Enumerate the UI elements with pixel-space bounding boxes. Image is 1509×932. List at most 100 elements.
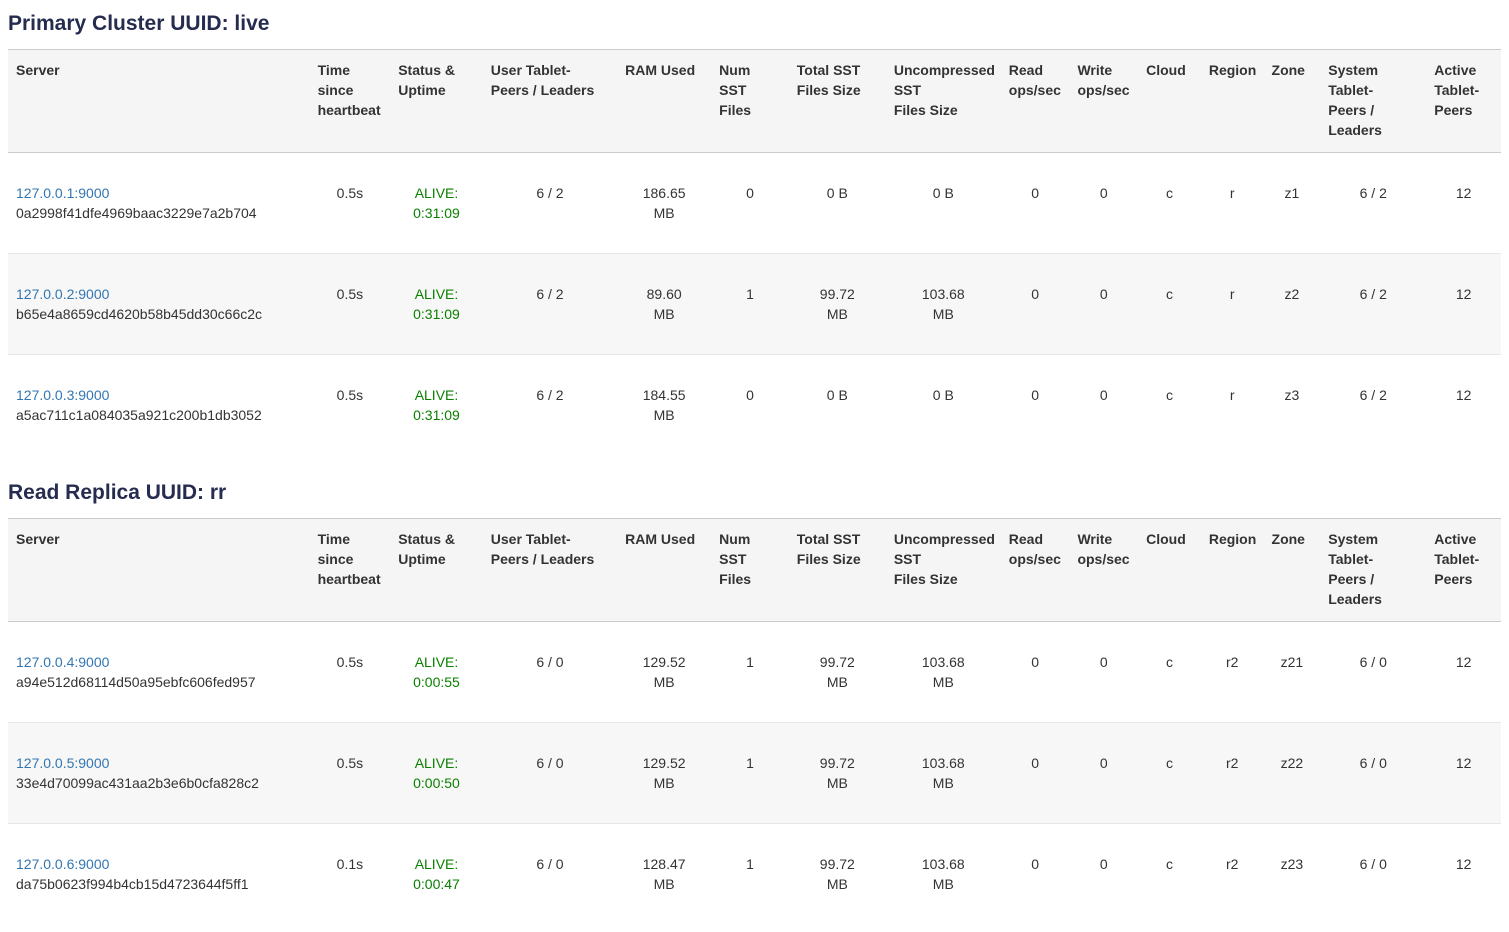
column-header-write_ops: Write ops/sec — [1069, 50, 1138, 153]
server-row: 127.0.0.4:9000a94e512d68114d50a95ebfc606… — [8, 622, 1501, 723]
cell-system_tablet_peers: 6 / 0 — [1320, 723, 1426, 824]
servers-table: ServerTime since heartbeatStatus & Uptim… — [8, 49, 1501, 455]
column-header-user_tablet_peers: User Tablet- Peers / Leaders — [483, 50, 617, 153]
cell-user_tablet_peers: 6 / 2 — [483, 254, 617, 355]
cell-cloud: c — [1138, 355, 1201, 456]
cell-zone: z22 — [1264, 723, 1321, 824]
cell-cloud: c — [1138, 622, 1201, 723]
uptime-value: 0:31:09 — [398, 405, 475, 425]
cell-total_sst_size: 99.72 MB — [789, 254, 886, 355]
cell-heartbeat: 0.5s — [310, 355, 391, 456]
server-link[interactable]: 127.0.0.1:9000 — [16, 183, 302, 203]
column-header-cloud: Cloud — [1138, 50, 1201, 153]
uptime-value: 0:00:55 — [398, 672, 475, 692]
cell-total_sst_size: 0 B — [789, 355, 886, 456]
status-uptime-cell: ALIVE:0:00:50 — [390, 723, 483, 824]
cell-ram_used: 186.65 MB — [617, 153, 711, 254]
cell-write_ops: 0 — [1069, 723, 1138, 824]
cell-region: r — [1201, 153, 1264, 254]
column-header-region: Region — [1201, 519, 1264, 622]
cell-read_ops: 0 — [1001, 723, 1070, 824]
cell-region: r2 — [1201, 622, 1264, 723]
status-uptime-cell: ALIVE:0:31:09 — [390, 153, 483, 254]
cell-read_ops: 0 — [1001, 622, 1070, 723]
column-header-status_uptime: Status & Uptime — [390, 50, 483, 153]
table-body: 127.0.0.4:9000a94e512d68114d50a95ebfc606… — [8, 622, 1501, 925]
cell-ram_used: 129.52 MB — [617, 723, 711, 824]
cell-uncompressed_sst_size: 0 B — [886, 153, 1001, 254]
column-header-server: Server — [8, 50, 310, 153]
column-header-zone: Zone — [1264, 50, 1321, 153]
server-link[interactable]: 127.0.0.5:9000 — [16, 753, 302, 773]
uptime-value: 0:31:09 — [398, 304, 475, 324]
server-uuid: da75b0623f994b4cb15d4723644f5ff1 — [16, 874, 302, 894]
cell-total_sst_size: 99.72 MB — [789, 824, 886, 925]
cell-num_sst_files: 1 — [711, 254, 789, 355]
cell-zone: z1 — [1264, 153, 1321, 254]
column-header-cloud: Cloud — [1138, 519, 1201, 622]
cluster-section: Primary Cluster UUID: live ServerTime si… — [8, 12, 1501, 455]
column-header-heartbeat: Time since heartbeat — [310, 50, 391, 153]
column-header-zone: Zone — [1264, 519, 1321, 622]
cell-cloud: c — [1138, 824, 1201, 925]
column-header-ram_used: RAM Used — [617, 50, 711, 153]
table-header: ServerTime since heartbeatStatus & Uptim… — [8, 50, 1501, 153]
cell-cloud: c — [1138, 254, 1201, 355]
cell-num_sst_files: 0 — [711, 355, 789, 456]
cell-total_sst_size: 99.72 MB — [789, 622, 886, 723]
cell-cloud: c — [1138, 153, 1201, 254]
status-label: ALIVE: — [398, 753, 475, 773]
cell-region: r2 — [1201, 723, 1264, 824]
column-header-total_sst_size: Total SST Files Size — [789, 50, 886, 153]
cell-total_sst_size: 99.72 MB — [789, 723, 886, 824]
cell-active_tablet_peers: 12 — [1426, 723, 1501, 824]
cell-num_sst_files: 1 — [711, 622, 789, 723]
cell-heartbeat: 0.5s — [310, 622, 391, 723]
status-label: ALIVE: — [398, 284, 475, 304]
server-link[interactable]: 127.0.0.2:9000 — [16, 284, 302, 304]
cell-active_tablet_peers: 12 — [1426, 622, 1501, 723]
server-cell: 127.0.0.2:9000b65e4a8659cd4620b58b45dd30… — [8, 254, 310, 355]
column-header-region: Region — [1201, 50, 1264, 153]
status-label: ALIVE: — [398, 385, 475, 405]
server-uuid: 0a2998f41dfe4969baac3229e7a2b704 — [16, 203, 302, 223]
column-header-system_tablet_peers: System Tablet- Peers / Leaders — [1320, 50, 1426, 153]
cell-system_tablet_peers: 6 / 2 — [1320, 153, 1426, 254]
column-header-status_uptime: Status & Uptime — [390, 519, 483, 622]
server-link[interactable]: 127.0.0.4:9000 — [16, 652, 302, 672]
cell-write_ops: 0 — [1069, 622, 1138, 723]
cell-write_ops: 0 — [1069, 153, 1138, 254]
column-header-server: Server — [8, 519, 310, 622]
cluster-section: Read Replica UUID: rr ServerTime since h… — [8, 481, 1501, 924]
cluster-tables: Primary Cluster UUID: live ServerTime si… — [8, 12, 1501, 924]
server-link[interactable]: 127.0.0.6:9000 — [16, 854, 302, 874]
cell-region: r — [1201, 355, 1264, 456]
cell-system_tablet_peers: 6 / 2 — [1320, 355, 1426, 456]
server-cell: 127.0.0.1:90000a2998f41dfe4969baac3229e7… — [8, 153, 310, 254]
column-header-read_ops: Read ops/sec — [1001, 519, 1070, 622]
cell-num_sst_files: 1 — [711, 824, 789, 925]
cell-read_ops: 0 — [1001, 824, 1070, 925]
cell-active_tablet_peers: 12 — [1426, 153, 1501, 254]
server-cell: 127.0.0.5:900033e4d70099ac431aa2b3e6b0cf… — [8, 723, 310, 824]
cell-heartbeat: 0.5s — [310, 254, 391, 355]
status-uptime-cell: ALIVE:0:31:09 — [390, 254, 483, 355]
uptime-value: 0:31:09 — [398, 203, 475, 223]
cell-active_tablet_peers: 12 — [1426, 254, 1501, 355]
status-uptime-cell: ALIVE:0:00:47 — [390, 824, 483, 925]
cell-user_tablet_peers: 6 / 0 — [483, 723, 617, 824]
uptime-value: 0:00:50 — [398, 773, 475, 793]
cell-system_tablet_peers: 6 / 2 — [1320, 254, 1426, 355]
column-header-ram_used: RAM Used — [617, 519, 711, 622]
cell-uncompressed_sst_size: 103.68 MB — [886, 254, 1001, 355]
column-header-total_sst_size: Total SST Files Size — [789, 519, 886, 622]
cell-zone: z3 — [1264, 355, 1321, 456]
cell-user_tablet_peers: 6 / 2 — [483, 355, 617, 456]
server-cell: 127.0.0.6:9000da75b0623f994b4cb15d472364… — [8, 824, 310, 925]
cell-ram_used: 89.60 MB — [617, 254, 711, 355]
cell-cloud: c — [1138, 723, 1201, 824]
server-link[interactable]: 127.0.0.3:9000 — [16, 385, 302, 405]
status-label: ALIVE: — [398, 183, 475, 203]
cell-total_sst_size: 0 B — [789, 153, 886, 254]
uptime-value: 0:00:47 — [398, 874, 475, 894]
